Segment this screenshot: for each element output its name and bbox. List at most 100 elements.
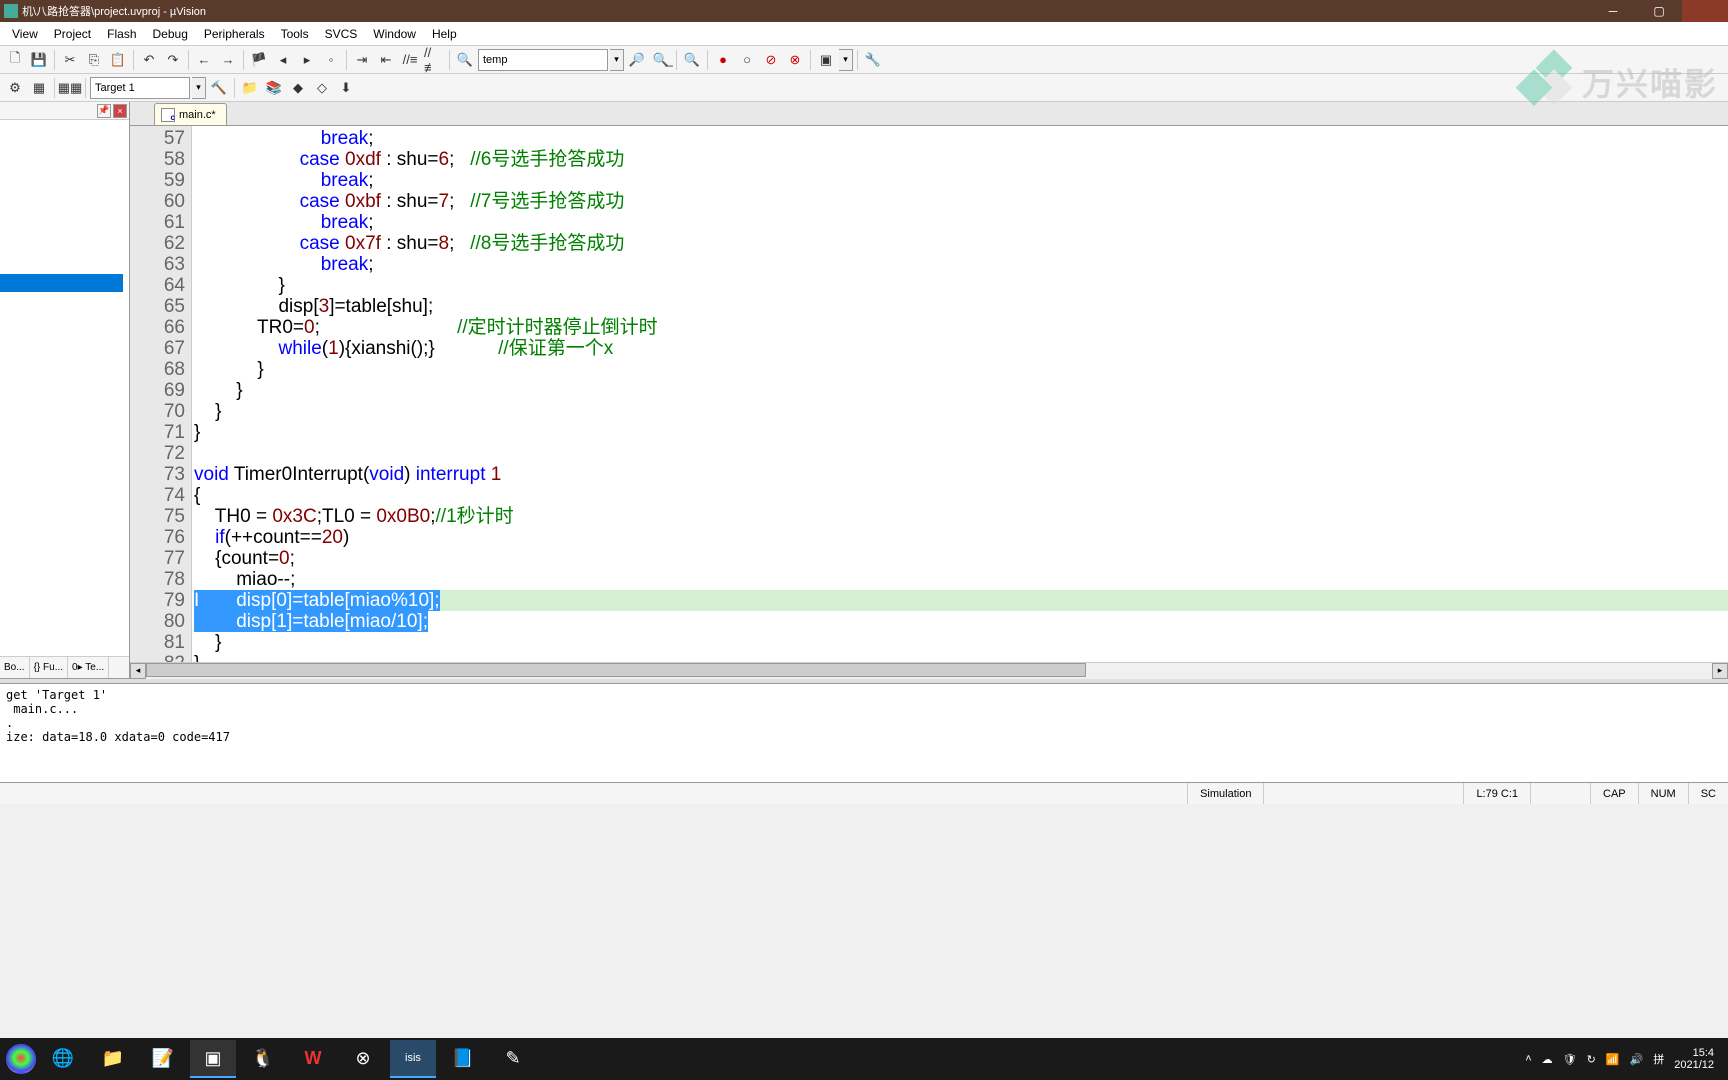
translate-icon[interactable]: ⚙ (4, 77, 26, 99)
code-body[interactable]: break; case 0xdf : shu=6; //6号选手抢答成功 bre… (192, 126, 1728, 662)
download-icon[interactable]: ⬇ (335, 77, 357, 99)
taskbar-app3-icon[interactable]: 📘 (440, 1040, 486, 1078)
config-icon[interactable]: 🔧 (862, 49, 884, 71)
menu-help[interactable]: Help (424, 23, 465, 45)
build-output[interactable]: get 'Target 1' main.c... . ize: data=18.… (0, 684, 1728, 782)
menubar: View Project Flash Debug Peripherals Too… (0, 22, 1728, 46)
cut-icon[interactable]: ✂ (59, 49, 81, 71)
tray-up-icon[interactable]: ˄ (1525, 1053, 1531, 1065)
outdent-icon[interactable]: ⇤ (375, 49, 397, 71)
scroll-right-icon[interactable]: ▸ (1712, 663, 1728, 679)
taskbar-wps-icon[interactable]: W (290, 1040, 336, 1078)
tray-volume-icon[interactable]: 🔊 (1630, 1053, 1644, 1066)
taskbar-keil-icon[interactable]: ▣ (190, 1040, 236, 1078)
taskbar-explorer-icon[interactable]: 📁 (90, 1040, 136, 1078)
target-dropdown-icon[interactable]: ▾ (192, 77, 206, 99)
paste-icon[interactable]: 📋 (107, 49, 129, 71)
breakpoint-killall-icon[interactable]: ⊗ (784, 49, 806, 71)
status-num: NUM (1638, 783, 1688, 804)
bookmark-prev-icon[interactable]: ◂ (272, 49, 294, 71)
new-icon[interactable]: 🗋 (4, 49, 26, 71)
menu-svcs[interactable]: SVCS (317, 23, 366, 45)
project-tab-functions[interactable]: {} Fu... (30, 657, 68, 678)
save-icon[interactable]: 💾 (28, 49, 50, 71)
bookmark-next-icon[interactable]: ▸ (296, 49, 318, 71)
horizontal-scrollbar[interactable]: ◂ ▸ (130, 662, 1728, 678)
taskbar-qq-icon[interactable]: 🐧 (240, 1040, 286, 1078)
menu-debug[interactable]: Debug (145, 23, 196, 45)
line-gutter: 5758596061626364656667686970717273747576… (130, 126, 192, 662)
project-tab-templates[interactable]: 0▸ Te... (68, 657, 109, 678)
indent-icon[interactable]: ⇥ (351, 49, 373, 71)
manage-rte-icon[interactable]: ◆ (287, 77, 309, 99)
editor-pane: main.c* 57585960616263646566676869707172… (130, 102, 1728, 678)
uncomment-icon[interactable]: //≢ (423, 49, 445, 71)
window-dropdown-icon[interactable]: ▾ (839, 49, 853, 71)
statusbar: Simulation L:79 C:1 CAP NUM SC (0, 782, 1728, 804)
build-icon[interactable]: ▦ (28, 77, 50, 99)
tray-sync-icon[interactable]: ↻ (1587, 1053, 1596, 1066)
watermark-logo-icon (1502, 40, 1587, 125)
taskbar-app2-icon[interactable]: ⊗ (340, 1040, 386, 1078)
tray-wifi-icon[interactable]: 📶 (1606, 1053, 1620, 1066)
undo-icon[interactable]: ↶ (138, 49, 160, 71)
taskbar-app1-icon[interactable]: 📝 (140, 1040, 186, 1078)
maximize-button[interactable]: ▢ (1636, 0, 1682, 22)
breakpoint-icon[interactable]: ● (712, 49, 734, 71)
find-combo[interactable]: temp (478, 49, 608, 71)
menu-tools[interactable]: Tools (273, 23, 317, 45)
find-icon[interactable]: 🔍 (454, 49, 476, 71)
pack-icon[interactable]: ◇ (311, 77, 333, 99)
find-files-icon[interactable]: 🔎 (626, 49, 648, 71)
menu-view[interactable]: View (4, 23, 46, 45)
scroll-thumb[interactable] (146, 663, 1086, 677)
menu-project[interactable]: Project (46, 23, 99, 45)
minimize-button[interactable]: ─ (1590, 0, 1636, 22)
bookmark-clear-icon[interactable]: ◦ (320, 49, 342, 71)
redo-icon[interactable]: ↷ (162, 49, 184, 71)
tab-main-c[interactable]: main.c* (154, 103, 227, 125)
code-editor[interactable]: 5758596061626364656667686970717273747576… (130, 126, 1728, 662)
taskbar: 🌐 📁 📝 ▣ 🐧 W ⊗ isis 📘 ✎ ˄ ☁ 🛡 ↻ 📶 🔊 拼 15:… (0, 1038, 1728, 1080)
window-icon[interactable]: ▣ (815, 49, 837, 71)
tray-time: 15:4 (1674, 1047, 1714, 1059)
back-icon[interactable]: ← (193, 49, 215, 71)
scroll-left-icon[interactable]: ◂ (130, 663, 146, 679)
debug-icon[interactable]: 🔍 (681, 49, 703, 71)
toolbar-main: 🗋 💾 ✂ ⎘ 📋 ↶ ↷ ← → 🏴 ◂ ▸ ◦ ⇥ ⇤ //≡ //≢ 🔍 … (0, 46, 1728, 74)
close-pane-icon[interactable]: × (113, 104, 127, 118)
project-tab-books[interactable]: Bo... (0, 657, 30, 678)
tray-onedrive-icon[interactable]: ☁ (1542, 1053, 1553, 1066)
titlebar: 机\八路抢答器\project.uvproj - µVision ─ ▢ (0, 0, 1728, 22)
taskbar-app4-icon[interactable]: ✎ (490, 1040, 536, 1078)
tray-shield-icon[interactable]: 🛡 (1563, 1053, 1577, 1066)
status-scr: SC (1688, 783, 1728, 804)
taskbar-edge-icon[interactable]: 🌐 (40, 1040, 86, 1078)
taskbar-start-icon[interactable] (6, 1044, 36, 1074)
forward-icon[interactable]: → (217, 49, 239, 71)
tray-ime[interactable]: 拼 (1653, 1051, 1664, 1067)
breakpoint-kill-icon[interactable]: ⊘ (760, 49, 782, 71)
c-file-icon (161, 108, 175, 122)
breakpoint-disable-icon[interactable]: ○ (736, 49, 758, 71)
copy-icon[interactable]: ⎘ (83, 49, 105, 71)
window-title: 机\八路抢答器\project.uvproj - µVision (22, 3, 206, 19)
incremental-find-icon[interactable]: 🔍̲ (650, 49, 672, 71)
close-button[interactable] (1682, 0, 1728, 22)
taskbar-isis-icon[interactable]: isis (390, 1040, 436, 1078)
rebuild-icon[interactable]: ▦▦ (59, 77, 81, 99)
menu-window[interactable]: Window (365, 23, 424, 45)
project-tree-selection[interactable] (0, 274, 123, 292)
menu-peripherals[interactable]: Peripherals (196, 23, 273, 45)
manage-icon[interactable]: 📁 (239, 77, 261, 99)
options-icon[interactable]: 🔨 (208, 77, 230, 99)
project-pane: 📌 × Bo... {} Fu... 0▸ Te... (0, 102, 130, 678)
books-icon[interactable]: 📚 (263, 77, 285, 99)
find-dropdown-icon[interactable]: ▾ (610, 49, 624, 71)
autohide-icon[interactable]: 📌 (97, 104, 111, 118)
target-combo[interactable]: Target 1 (90, 77, 190, 99)
bookmark-icon[interactable]: 🏴 (248, 49, 270, 71)
comment-icon[interactable]: //≡ (399, 49, 421, 71)
status-spacer (1263, 783, 1463, 804)
menu-flash[interactable]: Flash (99, 23, 144, 45)
